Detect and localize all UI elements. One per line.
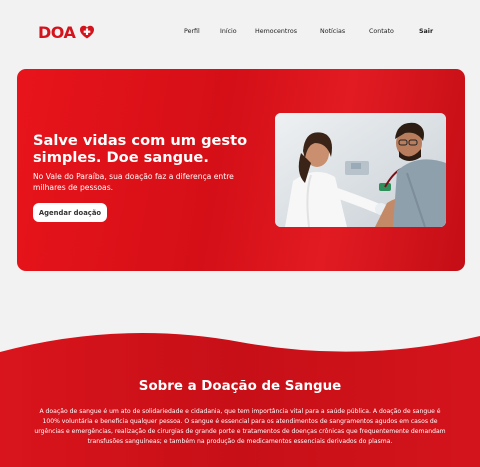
hero-title: Salve vidas com um gesto simples. Doe sa… <box>33 132 248 166</box>
site-header: DOA Perfil Início Hemocentros Notícias C… <box>0 0 480 64</box>
nav-item-inicio[interactable]: Início <box>220 27 237 37</box>
nav-item-hemocentros[interactable]: Hemocentros <box>255 27 297 37</box>
about-text: A doação de sangue é um ato de solidarie… <box>34 408 446 445</box>
hero-subtitle: No Vale do Paraíba, sua doação faz a dif… <box>33 172 234 192</box>
nav-item-perfil[interactable]: Perfil <box>184 27 200 37</box>
hero-banner: Salve vidas com um gesto simples. Doe sa… <box>17 69 465 271</box>
photo-illustration <box>275 113 446 227</box>
nav-item-noticias[interactable]: Notícias <box>320 27 345 37</box>
nav-item-contato[interactable]: Contato <box>369 27 394 37</box>
logout-link[interactable]: Sair <box>419 27 433 37</box>
blood-donation-photo <box>275 113 446 227</box>
about-title: Sobre a Doação de Sangue <box>138 379 342 394</box>
main-nav: Perfil Início Hemocentros Notícias Conta… <box>0 27 480 39</box>
schedule-donation-button[interactable]: Agendar doação <box>33 203 107 222</box>
